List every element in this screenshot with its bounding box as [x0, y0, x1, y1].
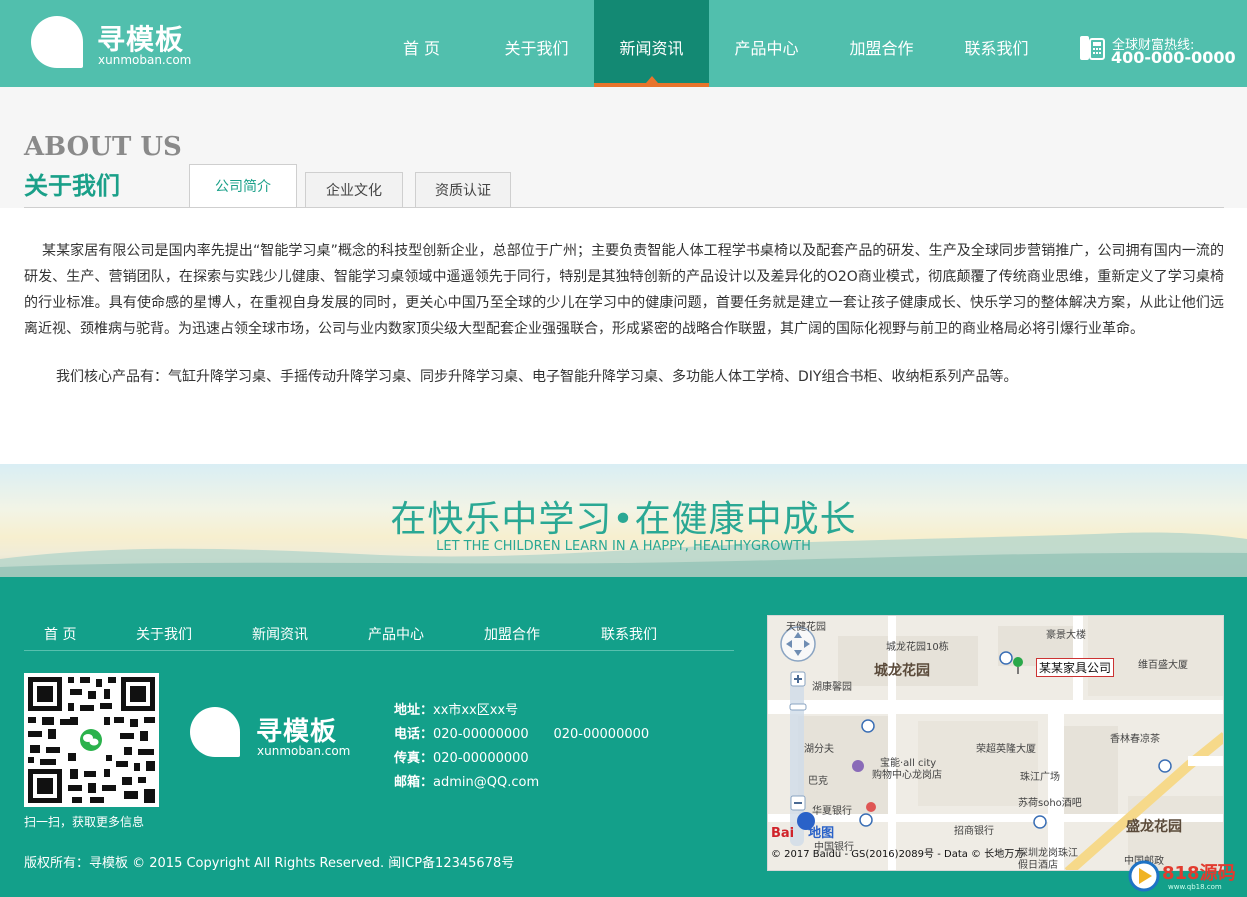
fax-value: 020-00000000 [433, 751, 529, 766]
qr-caption: 扫一扫，获取更多信息 [24, 815, 145, 829]
footer-logo-text-cn: 寻模板 [256, 717, 338, 747]
company-intro: 某某家居有限公司是国内率先提出“智能学习桌”概念的科技型创新企业，总部位于广州；… [24, 243, 1224, 337]
map-label: 豪景大楼 [1046, 630, 1086, 641]
footer-nav-contact[interactable]: 联系我们 [601, 624, 657, 644]
slogan-en: LET THE CHILDREN LEARN IN A HAPPY, HEALT… [436, 539, 811, 554]
email-label: 邮箱： [394, 775, 434, 790]
contact-fax: 传真：020-00000000 [394, 747, 649, 771]
footer-nav-home[interactable]: 首 页 [44, 624, 76, 644]
nav-item-news[interactable]: 新闻资讯 [594, 0, 709, 87]
footer-logo: 寻模板 xunmoban.com [190, 707, 360, 759]
baidu-map[interactable]: 天健花园 城龙花园10栋 豪景大楼 城龙花园 维百盛大厦 湖康馨园 宝能·all… [767, 615, 1224, 871]
core-products: 我们核心产品有：气缸升降学习桌、手摇传动升降学习桌、同步升降学习桌、电子智能升降… [56, 369, 1018, 385]
footer-logo-text-en: xunmoban.com [257, 744, 351, 758]
baidu-brand: Bai [771, 826, 795, 841]
site-watermark: 818源码 www.qb18.com [1128, 858, 1244, 894]
address-value: xx市xx区xx号 [433, 703, 519, 718]
map-label: 招商银行 [954, 826, 994, 837]
footer-nav-products[interactable]: 产品中心 [368, 624, 424, 644]
nav-item-products[interactable]: 产品中心 [709, 0, 824, 87]
tab-divider [24, 207, 1224, 208]
wechat-qr-code [24, 673, 159, 807]
page-title: 关于我们 [24, 172, 120, 200]
map-label: 购物中心龙岗店 [872, 770, 942, 781]
footer-nav-about[interactable]: 关于我们 [136, 624, 192, 644]
phone-icon [1080, 36, 1105, 60]
map-label: 城龙花园 [874, 663, 930, 679]
map-label: 天健花园 [786, 622, 826, 633]
page-title-en: ABOUT US [24, 132, 182, 162]
footer-nav-franchise[interactable]: 加盟合作 [484, 624, 540, 644]
map-label: 荣超英隆大厦 [976, 744, 1036, 755]
watermark-text: 818源码 [1162, 863, 1236, 884]
map-label: 盛龙花园 [1126, 819, 1182, 835]
map-label: 香林春凉茶 [1110, 734, 1160, 745]
logo-text-en: xunmoban.com [98, 53, 192, 67]
footer-logo-bubble-icon [190, 707, 240, 757]
fax-label: 传真： [394, 751, 434, 766]
map-label: 湖分夫 [804, 744, 834, 755]
map-marker-label[interactable]: 某某家具公司 [1036, 658, 1115, 677]
play-icon [1128, 860, 1160, 892]
tab-certification[interactable]: 资质认证 [415, 172, 511, 208]
email-value[interactable]: admin@QQ.com [433, 775, 539, 790]
map-label: 维百盛大厦 [1138, 660, 1188, 671]
copyright: 版权所有：寻模板 © 2015 Copyright All Rights Res… [24, 856, 515, 871]
map-label: 苏荷soho酒吧 [1018, 798, 1082, 809]
map-label: 巴克 [808, 776, 828, 787]
map-copyright: © 2017 Baidu - GS(2016)2089号 - Data © 长地… [771, 849, 1025, 860]
map-label: 城龙花园10栋 [886, 642, 949, 653]
slogan-banner: 在快乐中学习•在健康中成长 LET THE CHILDREN LEARN IN … [0, 464, 1247, 577]
phone-label: 电话： [394, 727, 434, 742]
logo-bubble-icon [31, 16, 83, 68]
contact-info: 地址：xx市xx区xx号 电话：020-00000000 020-0000000… [394, 699, 649, 795]
tab-corporate-culture[interactable]: 企业文化 [305, 172, 403, 208]
slogan-cn: 在快乐中学习•在健康中成长 [390, 499, 857, 540]
footer-nav: 首 页 关于我们 新闻资讯 产品中心 加盟合作 联系我们 [24, 619, 734, 651]
hotline-number: 400-000-0000 [1111, 48, 1236, 67]
map-label: 华夏银行 [812, 806, 852, 817]
main-nav: 首 页 关于我们 新闻资讯 产品中心 加盟合作 联系我们 [364, 0, 1054, 87]
nav-item-contact[interactable]: 联系我们 [939, 0, 1054, 87]
contact-phone: 电话：020-00000000 020-00000000 [394, 723, 649, 747]
contact-address: 地址：xx市xx区xx号 [394, 699, 649, 723]
tab-company-profile[interactable]: 公司简介 [189, 164, 297, 208]
nav-item-home[interactable]: 首 页 [364, 0, 479, 87]
contact-email: 邮箱：admin@QQ.com [394, 771, 649, 795]
site-footer: 首 页 关于我们 新闻资讯 产品中心 加盟合作 联系我们 扫一扫，获取更多信息 … [0, 577, 1247, 897]
watermark-sub: www.qb18.com [1168, 883, 1222, 891]
logo-text-cn: 寻模板 [97, 23, 185, 56]
baidu-map-logo: Bai 地图 [771, 822, 834, 841]
nav-item-about[interactable]: 关于我们 [479, 0, 594, 87]
hotline: 全球财富热线: 400-000-0000 [1078, 34, 1238, 68]
site-header: 寻模板 xunmoban.com 首 页 关于我们 新闻资讯 产品中心 加盟合作… [0, 0, 1247, 87]
title-band: ABOUT US 关于我们 公司简介 企业文化 资质认证 [0, 87, 1247, 208]
map-label: 湖康馨园 [812, 682, 852, 693]
map-label: 珠江广场 [1020, 772, 1060, 783]
nav-item-franchise[interactable]: 加盟合作 [824, 0, 939, 87]
phone-value: 020-00000000 020-00000000 [433, 727, 650, 742]
site-logo[interactable]: 寻模板 xunmoban.com [31, 16, 201, 68]
baidu-brand-suffix: 地图 [808, 826, 835, 841]
footer-nav-news[interactable]: 新闻资讯 [252, 624, 308, 644]
address-label: 地址： [394, 703, 434, 718]
